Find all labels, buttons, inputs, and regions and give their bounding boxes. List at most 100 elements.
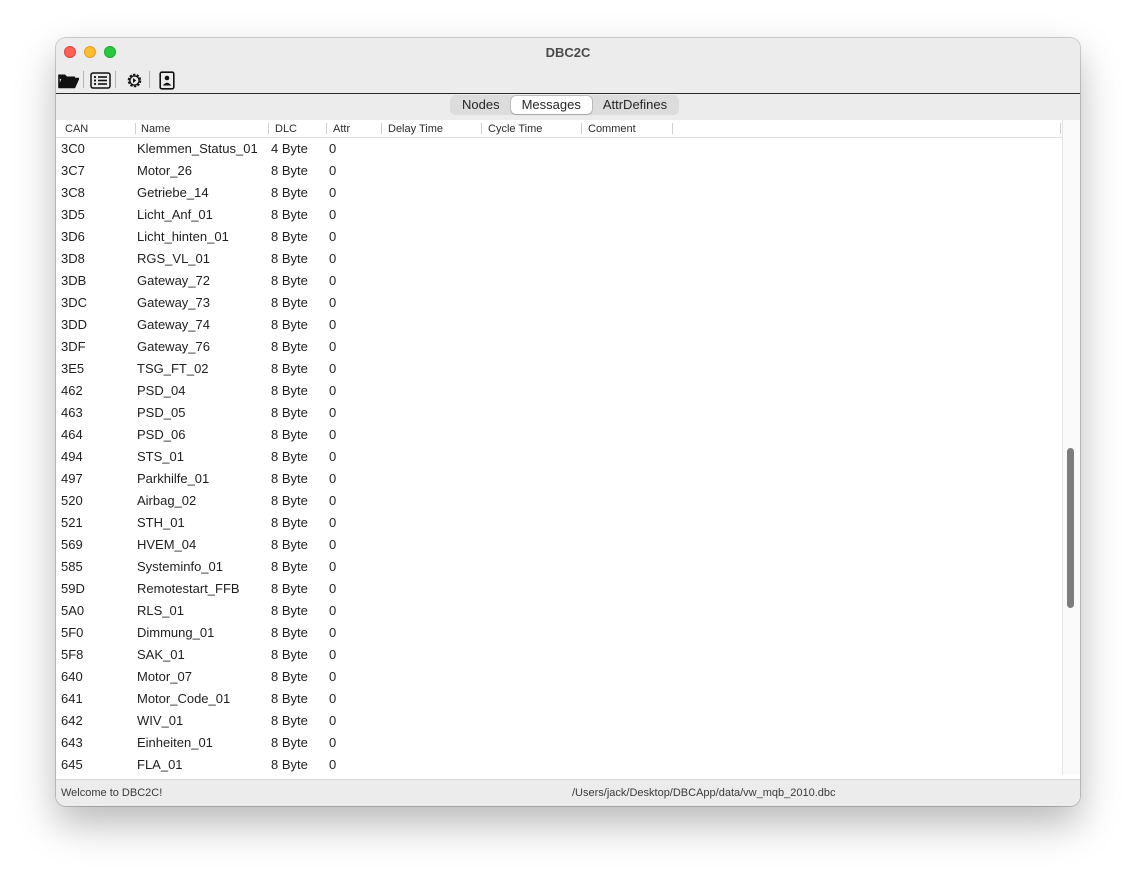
table-row[interactable]: 5F0 Dimmung_01 8 Byte 0 <box>56 622 1062 644</box>
table-row[interactable]: 464 PSD_06 8 Byte 0 <box>56 424 1062 446</box>
table-row[interactable]: 642 WIV_01 8 Byte 0 <box>56 710 1062 732</box>
table-row[interactable]: 497 Parkhilfe_01 8 Byte 0 <box>56 468 1062 490</box>
open-file-button[interactable] <box>57 69 79 91</box>
column-header-comment[interactable]: Comment <box>588 123 636 135</box>
table-row[interactable]: 520 Airbag_02 8 Byte 0 <box>56 490 1062 512</box>
cell-name: RGS_VL_01 <box>137 251 210 266</box>
table-row[interactable]: 641 Motor_Code_01 8 Byte 0 <box>56 688 1062 710</box>
cell-dlc: 8 Byte <box>271 317 308 332</box>
cell-name: Systeminfo_01 <box>137 559 223 574</box>
cell-can: 3DB <box>61 273 87 288</box>
cell-dlc: 8 Byte <box>271 669 308 684</box>
table-row[interactable]: 5A0 RLS_01 8 Byte 0 <box>56 600 1062 622</box>
cell-name: Licht_Anf_01 <box>137 207 213 222</box>
cell-attr: 0 <box>329 669 337 684</box>
messages-list-button[interactable] <box>89 69 111 91</box>
column-divider[interactable] <box>672 123 673 134</box>
cell-attr: 0 <box>329 251 337 266</box>
tab-attrdefines[interactable]: AttrDefines <box>592 96 678 114</box>
cell-can: 642 <box>61 713 83 728</box>
tab-group: Nodes Messages AttrDefines <box>450 95 680 115</box>
table-row[interactable]: 463 PSD_05 8 Byte 0 <box>56 402 1062 424</box>
column-header-dlc[interactable]: DLC <box>275 123 297 135</box>
table-row[interactable]: 3DD Gateway_74 8 Byte 0 <box>56 314 1062 336</box>
gear-icon <box>127 73 141 87</box>
cell-can: 59D <box>61 581 85 596</box>
column-header-attr[interactable]: Attr <box>333 123 350 135</box>
column-header-delay-time[interactable]: Delay Time <box>388 123 443 135</box>
table-row[interactable]: 3DC Gateway_73 8 Byte 0 <box>56 292 1062 314</box>
cell-can: 643 <box>61 735 83 750</box>
column-divider[interactable] <box>581 123 582 134</box>
table-row[interactable]: 3C7 Motor_26 8 Byte 0 <box>56 160 1062 182</box>
cell-attr: 0 <box>329 141 337 156</box>
scrollbar-thumb[interactable] <box>1067 448 1074 608</box>
cell-attr: 0 <box>329 581 337 596</box>
table-row[interactable]: 3C0 Klemmen_Status_01 4 Byte 0 <box>56 138 1062 160</box>
cell-can: 464 <box>61 427 83 442</box>
cell-attr: 0 <box>329 317 337 332</box>
column-divider[interactable] <box>135 123 136 134</box>
table-row[interactable]: 640 Motor_07 8 Byte 0 <box>56 666 1062 688</box>
cell-dlc: 8 Byte <box>271 295 308 310</box>
cell-can: 521 <box>61 515 83 530</box>
cell-can: 585 <box>61 559 83 574</box>
table-row[interactable]: 59D Remotestart_FFB 8 Byte 0 <box>56 578 1062 600</box>
table-row[interactable]: 645 FLA_01 8 Byte 0 <box>56 754 1062 774</box>
table-row[interactable]: 462 PSD_04 8 Byte 0 <box>56 380 1062 402</box>
vertical-scrollbar[interactable] <box>1062 120 1080 774</box>
table-row[interactable]: 5F8 SAK_01 8 Byte 0 <box>56 644 1062 666</box>
cell-attr: 0 <box>329 383 337 398</box>
table-row[interactable]: 3E5 TSG_FT_02 8 Byte 0 <box>56 358 1062 380</box>
column-divider[interactable] <box>326 123 327 134</box>
cell-can: 497 <box>61 471 83 486</box>
cell-attr: 0 <box>329 339 337 354</box>
cell-attr: 0 <box>329 427 337 442</box>
column-header-name[interactable]: Name <box>141 123 170 135</box>
table-row[interactable]: 3D5 Licht_Anf_01 8 Byte 0 <box>56 204 1062 226</box>
cell-name: PSD_04 <box>137 383 186 398</box>
cell-dlc: 8 Byte <box>271 251 308 266</box>
table-row[interactable]: 643 Einheiten_01 8 Byte 0 <box>56 732 1062 754</box>
cell-can: 3DF <box>61 339 86 354</box>
settings-button[interactable] <box>123 69 145 91</box>
table-row[interactable]: 3D8 RGS_VL_01 8 Byte 0 <box>56 248 1062 270</box>
cell-dlc: 8 Byte <box>271 537 308 552</box>
cell-can: 520 <box>61 493 83 508</box>
table-row[interactable]: 494 STS_01 8 Byte 0 <box>56 446 1062 468</box>
cell-attr: 0 <box>329 207 337 222</box>
table-row[interactable]: 3D6 Licht_hinten_01 8 Byte 0 <box>56 226 1062 248</box>
column-header-can[interactable]: CAN <box>65 123 88 135</box>
cell-can: 640 <box>61 669 83 684</box>
column-header-cycle-time[interactable]: Cycle Time <box>488 123 542 135</box>
cell-can: 3D8 <box>61 251 85 266</box>
cell-can: 3E5 <box>61 361 85 376</box>
cell-dlc: 8 Byte <box>271 229 308 244</box>
tab-messages[interactable]: Messages <box>510 96 592 114</box>
table-row[interactable]: 3C8 Getriebe_14 8 Byte 0 <box>56 182 1062 204</box>
cell-name: RLS_01 <box>137 603 184 618</box>
contacts-button[interactable] <box>156 69 178 91</box>
column-divider[interactable] <box>481 123 482 134</box>
table-row[interactable]: 3DF Gateway_76 8 Byte 0 <box>56 336 1062 358</box>
cell-can: 462 <box>61 383 83 398</box>
cell-can: 641 <box>61 691 83 706</box>
column-divider[interactable] <box>381 123 382 134</box>
cell-can: 3C8 <box>61 185 85 200</box>
table-row[interactable]: 521 STH_01 8 Byte 0 <box>56 512 1062 534</box>
table-row[interactable]: 3DB Gateway_72 8 Byte 0 <box>56 270 1062 292</box>
table-row[interactable]: 585 Systeminfo_01 8 Byte 0 <box>56 556 1062 578</box>
cell-name: Getriebe_14 <box>137 185 209 200</box>
cell-name: Remotestart_FFB <box>137 581 240 596</box>
table-row[interactable]: 569 HVEM_04 8 Byte 0 <box>56 534 1062 556</box>
title-bar[interactable]: DBC2C <box>56 38 1080 66</box>
column-divider[interactable] <box>268 123 269 134</box>
cell-can: 5A0 <box>61 603 85 618</box>
column-divider[interactable] <box>1060 123 1061 134</box>
cell-can: 569 <box>61 537 83 552</box>
cell-dlc: 8 Byte <box>271 515 308 530</box>
cell-dlc: 8 Byte <box>271 449 308 464</box>
cell-attr: 0 <box>329 537 337 552</box>
tab-nodes[interactable]: Nodes <box>451 96 511 114</box>
cell-can: 3DD <box>61 317 88 332</box>
